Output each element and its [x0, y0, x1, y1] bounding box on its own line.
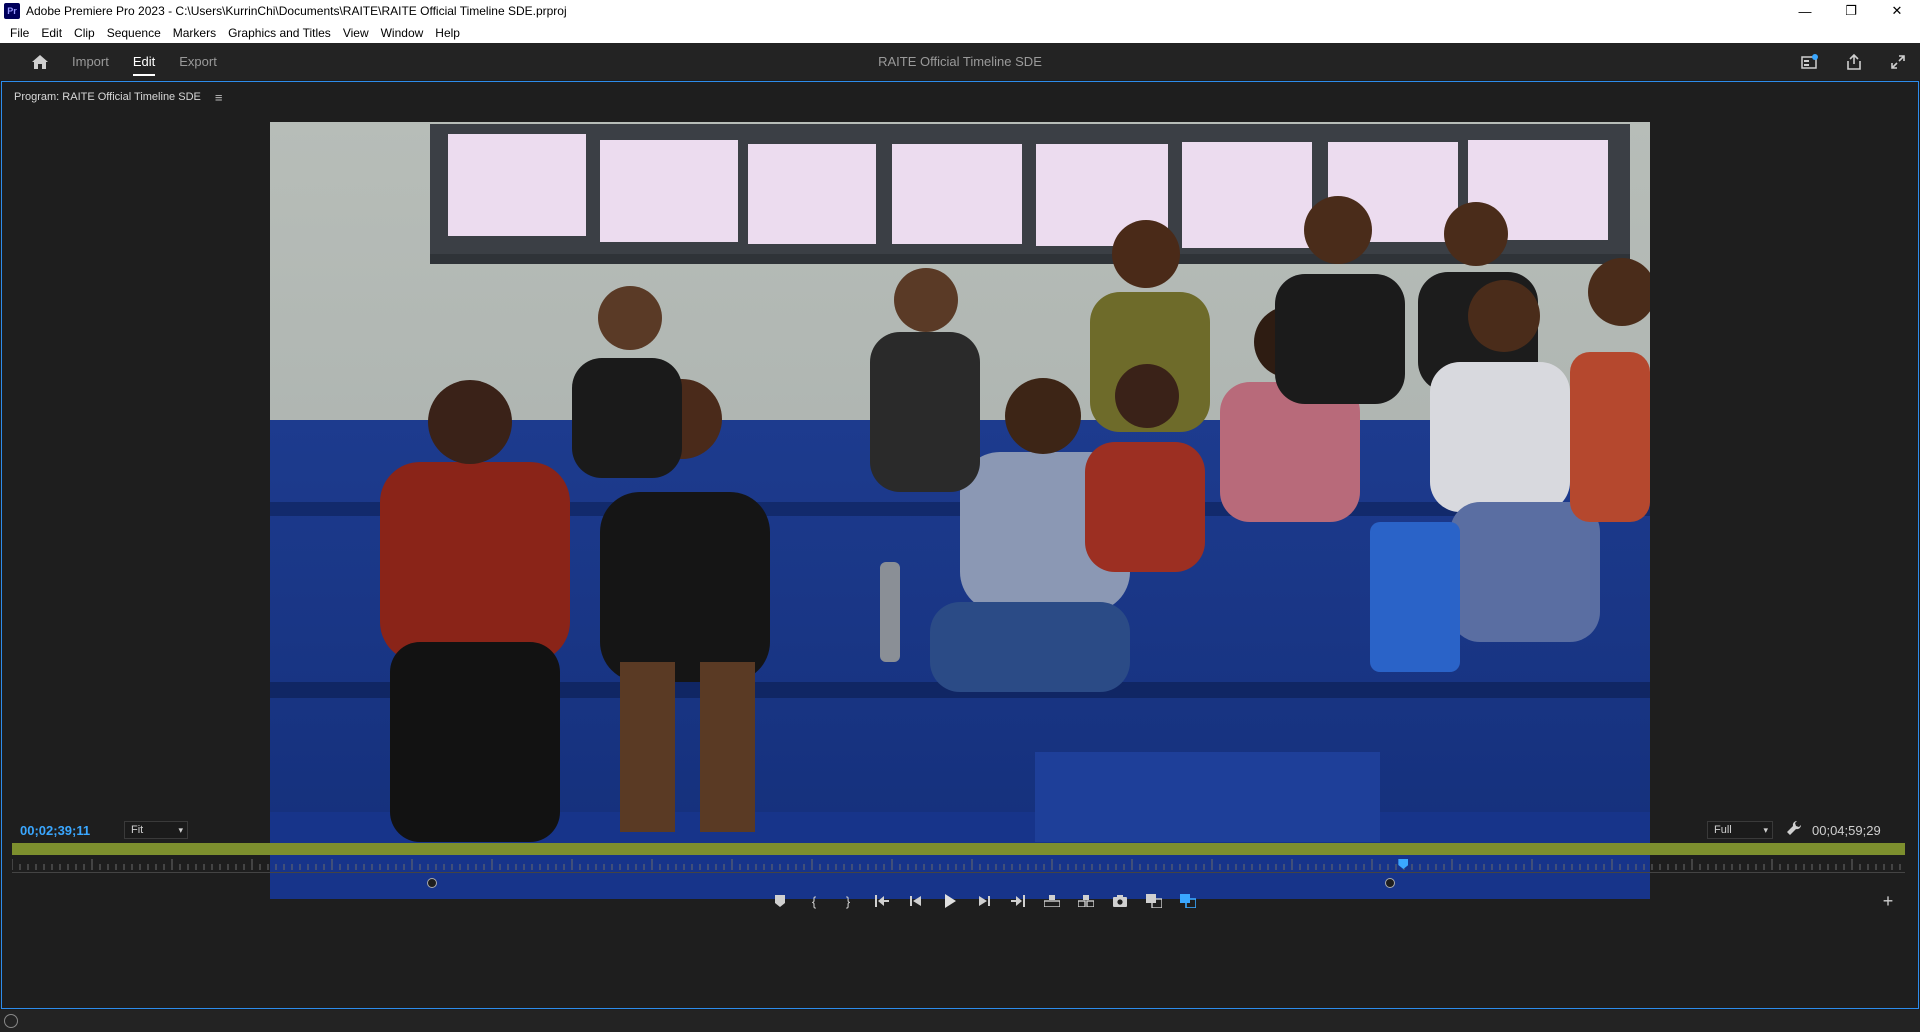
- home-icon: [32, 54, 48, 69]
- home-button[interactable]: [20, 43, 60, 80]
- time-ruler[interactable]: [12, 857, 1905, 871]
- play-icon: [945, 894, 956, 908]
- work-area-bar[interactable]: [12, 843, 1905, 855]
- workspaces-icon: [1801, 53, 1818, 69]
- video-frame-image: [270, 122, 1650, 899]
- extract-icon: [1078, 895, 1094, 907]
- go-to-in-icon: [875, 895, 889, 907]
- workspaces-button[interactable]: [1798, 50, 1822, 74]
- program-video-frame[interactable]: [270, 122, 1650, 899]
- go-to-in-button[interactable]: [865, 890, 899, 912]
- marker-icon: [775, 895, 785, 907]
- panel-menu-icon[interactable]: ≡: [215, 90, 223, 105]
- export-frame-button[interactable]: [1103, 890, 1137, 912]
- premiere-pro-icon: Pr: [4, 3, 20, 19]
- step-back-icon: [910, 896, 921, 906]
- mark-out-button[interactable]: }: [831, 890, 865, 912]
- playback-resolution-value: Full: [1714, 824, 1732, 836]
- chevron-down-icon: ▾: [178, 825, 183, 835]
- menu-file[interactable]: File: [4, 26, 35, 40]
- lift-button[interactable]: [1035, 890, 1069, 912]
- tab-export[interactable]: Export: [167, 43, 229, 80]
- step-forward-button[interactable]: [967, 890, 1001, 912]
- mark-in-button[interactable]: {: [797, 890, 831, 912]
- menu-bar: File Edit Clip Sequence Markers Graphics…: [0, 22, 1920, 43]
- comparison-view-icon: [1146, 894, 1162, 908]
- close-button[interactable]: ✕: [1874, 0, 1920, 22]
- duration-timecode: 00;04;59;29: [1812, 823, 1881, 838]
- play-button[interactable]: [933, 890, 967, 912]
- share-icon: [1847, 53, 1861, 70]
- zoom-level-value: Fit: [131, 824, 144, 836]
- chevron-down-icon: ▾: [1763, 825, 1768, 835]
- window-title-bar: Pr Adobe Premiere Pro 2023 - C:\Users\Ku…: [0, 0, 1920, 22]
- fullscreen-button[interactable]: [1886, 50, 1910, 74]
- menu-sequence[interactable]: Sequence: [101, 26, 167, 40]
- menu-view[interactable]: View: [337, 26, 375, 40]
- status-bar: [0, 1010, 1920, 1032]
- minimize-button[interactable]: —: [1782, 0, 1828, 22]
- menu-edit[interactable]: Edit: [35, 26, 68, 40]
- toggle-proxies-button[interactable]: [1171, 890, 1205, 912]
- quick-export-button[interactable]: [1842, 50, 1866, 74]
- menu-clip[interactable]: Clip: [68, 26, 101, 40]
- go-to-out-button[interactable]: [1001, 890, 1035, 912]
- scrub-bar[interactable]: [12, 872, 1905, 873]
- zoom-level-select[interactable]: Fit ▾: [124, 821, 188, 839]
- menu-window[interactable]: Window: [375, 26, 430, 40]
- panel-title[interactable]: Program: RAITE Official Timeline SDE: [14, 91, 201, 103]
- tab-edit[interactable]: Edit: [121, 43, 167, 80]
- lift-icon: [1044, 895, 1060, 907]
- workspace-header: Import Edit Export RAITE Official Timeli…: [0, 43, 1920, 80]
- camera-icon: [1113, 895, 1127, 907]
- sequence-title: RAITE Official Timeline SDE: [878, 54, 1042, 69]
- menu-graphics-and-titles[interactable]: Graphics and Titles: [222, 26, 337, 40]
- current-timecode[interactable]: 00;02;39;11: [20, 823, 90, 838]
- tab-import[interactable]: Import: [60, 43, 121, 80]
- go-to-out-icon: [1011, 895, 1025, 907]
- add-marker-button[interactable]: [763, 890, 797, 912]
- maximize-button[interactable]: ❐: [1828, 0, 1874, 22]
- wrench-icon[interactable]: [1785, 819, 1803, 837]
- comparison-view-button[interactable]: [1137, 890, 1171, 912]
- extract-button[interactable]: [1069, 890, 1103, 912]
- expand-icon: [1891, 54, 1905, 69]
- button-editor-button[interactable]: +: [1877, 890, 1899, 912]
- playback-resolution-select[interactable]: Full ▾: [1707, 821, 1773, 839]
- proxy-toggle-icon: [1180, 894, 1196, 908]
- menu-help[interactable]: Help: [429, 26, 466, 40]
- step-back-button[interactable]: [899, 890, 933, 912]
- menu-markers[interactable]: Markers: [167, 26, 222, 40]
- window-title: Adobe Premiere Pro 2023 - C:\Users\Kurri…: [26, 4, 567, 18]
- transport-controls: { }: [763, 890, 1205, 912]
- step-forward-icon: [979, 896, 990, 906]
- background-tasks-icon[interactable]: [4, 1014, 18, 1028]
